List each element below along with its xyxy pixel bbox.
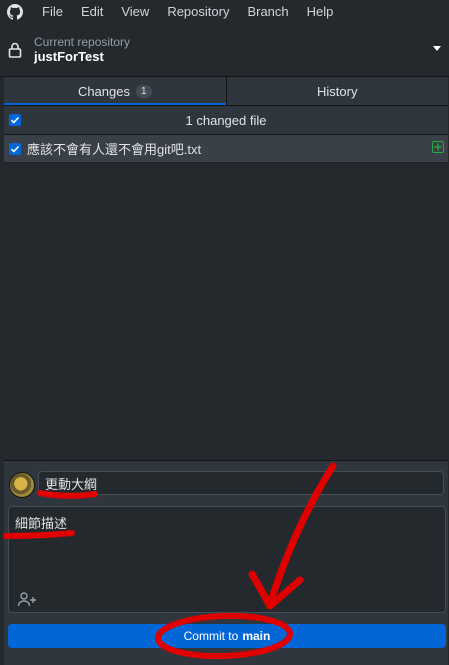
repository-text: Current repository justForTest: [34, 35, 130, 65]
changes-header: 1 changed file: [4, 106, 448, 135]
tab-history-label: History: [317, 83, 358, 99]
check-icon: [10, 145, 20, 153]
avatar: [9, 472, 35, 498]
tab-history[interactable]: History: [225, 77, 449, 105]
menu-bar: File Edit View Repository Branch Help: [0, 0, 449, 24]
commit-message-panel: 更動大綱 細節描述 Commit to main: [4, 460, 448, 665]
repository-name: justForTest: [34, 49, 104, 64]
menu-view[interactable]: View: [113, 0, 157, 24]
caret-down-icon: [433, 46, 441, 51]
file-name: 應該不會有人還不會用git吧.txt: [27, 142, 202, 157]
commit-description-input[interactable]: 細節描述: [8, 506, 446, 613]
menu-edit[interactable]: Edit: [73, 0, 111, 24]
changes-list-empty-area: [4, 163, 448, 460]
github-icon: [6, 3, 24, 21]
changed-files-count: 1 changed file: [185, 112, 267, 128]
menu-file[interactable]: File: [34, 0, 71, 24]
current-repository-selector[interactable]: Current repository justForTest: [0, 24, 449, 77]
add-coauthor-icon[interactable]: [17, 591, 37, 607]
file-checkbox[interactable]: [9, 142, 21, 155]
changes-count-badge: 1: [135, 84, 152, 98]
commit-button-prefix: Commit to: [183, 629, 239, 643]
commit-branch-name: main: [242, 629, 271, 643]
lock-icon: [8, 42, 22, 58]
commit-button[interactable]: Commit to main: [8, 624, 446, 648]
tab-changes[interactable]: Changes 1: [4, 77, 226, 105]
check-icon: [10, 116, 20, 124]
changed-file-row[interactable]: 應該不會有人還不會用git吧.txt: [4, 135, 448, 163]
file-added-icon: [432, 141, 444, 153]
commit-summary-input[interactable]: 更動大綱: [38, 471, 444, 495]
tab-bar: Changes 1 History: [4, 77, 448, 106]
menu-repository[interactable]: Repository: [159, 0, 237, 24]
commit-summary-text: 更動大綱: [45, 476, 98, 492]
tab-changes-label: Changes: [77, 83, 130, 99]
select-all-checkbox[interactable]: [9, 114, 21, 126]
menu-branch[interactable]: Branch: [239, 0, 296, 24]
commit-description-text: 細節描述: [15, 516, 68, 531]
repository-label: Current repository: [34, 35, 131, 49]
menu-help[interactable]: Help: [299, 0, 342, 24]
